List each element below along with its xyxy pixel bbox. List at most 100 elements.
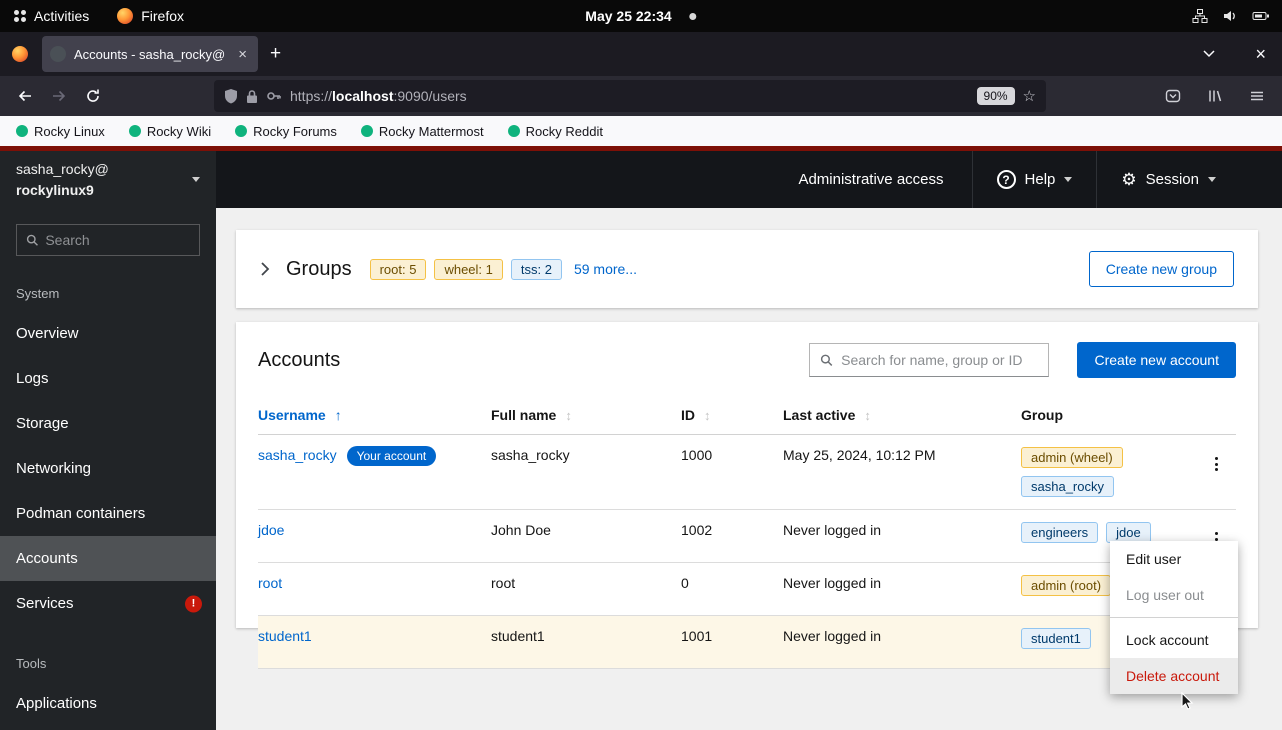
menu-hamburger-icon[interactable] <box>1240 80 1274 112</box>
screen: Activities Firefox May 25 22:34 Accounts… <box>0 0 1282 730</box>
groups-card: Groups root: 5 wheel: 1 tss: 2 59 more..… <box>236 230 1258 308</box>
system-tray[interactable] <box>1192 8 1282 24</box>
groups-title: Groups <box>286 258 352 281</box>
account-row-student1: student1 student1 1001 Never logged in s… <box>258 616 1236 669</box>
window-close-icon[interactable]: × <box>1255 44 1266 65</box>
sidebar-item-services[interactable]: Services ! <box>0 581 216 626</box>
recording-indicator-icon <box>690 13 697 20</box>
reload-button[interactable] <box>76 80 110 112</box>
sort-ascending-icon: ↑ <box>335 407 342 423</box>
search-icon <box>26 233 38 247</box>
lock-icon[interactable] <box>246 89 258 104</box>
id-cell: 1001 <box>673 616 775 669</box>
activities-button[interactable]: Activities <box>0 0 103 32</box>
sidebar-item-accounts[interactable]: Accounts <box>0 536 216 581</box>
last-active-cell: Never logged in <box>775 510 1013 563</box>
network-icon <box>1192 8 1208 24</box>
cockpit-app: sasha_rocky@ rockylinux9 System Overview… <box>0 151 1282 730</box>
help-dropdown[interactable]: ? Help <box>972 151 1097 208</box>
group-badge: admin (wheel) <box>1021 447 1123 468</box>
username-link[interactable]: jdoe <box>258 522 284 538</box>
firefox-label: Firefox <box>141 8 184 24</box>
id-cell: 0 <box>673 563 775 616</box>
session-dropdown[interactable]: ⚙ Session <box>1096 151 1240 208</box>
rocky-icon <box>16 125 28 137</box>
menu-item-log-user-out: Log user out <box>1110 577 1238 613</box>
tab-close-icon[interactable]: × <box>235 46 250 63</box>
key-icon[interactable] <box>266 88 282 104</box>
tracking-shield-icon[interactable] <box>224 88 238 104</box>
firefox-taskbar-button[interactable]: Firefox <box>103 0 198 32</box>
sort-icon: ↕ <box>864 408 871 423</box>
activities-label: Activities <box>34 8 89 24</box>
sidebar-item-networking[interactable]: Networking <box>0 446 216 491</box>
bookmark-rocky-mattermost[interactable]: Rocky Mattermost <box>361 124 484 139</box>
username-label: sasha_rocky@ <box>16 161 109 177</box>
username-link[interactable]: sasha_rocky <box>258 447 337 463</box>
accounts-title: Accounts <box>258 349 340 372</box>
menu-item-delete-account[interactable]: Delete account <box>1110 658 1238 694</box>
groups-expand-toggle[interactable] <box>260 261 270 277</box>
pocket-icon[interactable] <box>1156 80 1190 112</box>
create-new-group-button[interactable]: Create new group <box>1089 251 1234 287</box>
id-cell: 1000 <box>673 435 775 510</box>
sidebar-item-applications[interactable]: Applications <box>0 681 216 726</box>
full-name-cell: sasha_rocky <box>483 435 673 510</box>
group-badge: admin (root) <box>1021 575 1111 596</box>
last-active-cell: Never logged in <box>775 616 1013 669</box>
menu-item-edit-user[interactable]: Edit user <box>1110 541 1238 577</box>
bookmark-star-icon[interactable]: ☆ <box>1023 87 1036 105</box>
column-header-id[interactable]: ID↕ <box>673 396 775 435</box>
browser-tab-bar: Accounts - sasha_rocky@ × + × <box>0 32 1282 76</box>
rocky-icon <box>361 125 373 137</box>
rocky-icon <box>235 125 247 137</box>
sidebar-item-storage[interactable]: Storage <box>0 401 216 446</box>
tab-title: Accounts - sasha_rocky@ <box>74 47 227 62</box>
url-text[interactable]: https://localhost:9090/users <box>290 88 467 104</box>
full-name-cell: root <box>483 563 673 616</box>
accounts-card: Accounts Create new account Username↑ <box>236 322 1258 628</box>
url-bar[interactable]: https://localhost:9090/users 90% ☆ <box>214 80 1046 112</box>
groups-more-link[interactable]: 59 more... <box>574 261 637 277</box>
sidebar-item-overview[interactable]: Overview <box>0 311 216 356</box>
library-icon[interactable] <box>1198 80 1232 112</box>
rocky-icon <box>129 125 141 137</box>
row-actions-kebab-button[interactable] <box>1211 453 1222 475</box>
clock[interactable]: May 25 22:34 <box>585 8 671 24</box>
sidebar-item-logs[interactable]: Logs <box>0 356 216 401</box>
last-active-cell: Never logged in <box>775 563 1013 616</box>
sidebar-search[interactable] <box>16 224 200 256</box>
host-switcher[interactable]: sasha_rocky@ rockylinux9 <box>0 151 216 208</box>
firefox-view-icon[interactable] <box>12 46 28 62</box>
accounts-search-input[interactable] <box>841 352 1038 368</box>
username-link[interactable]: student1 <box>258 628 312 644</box>
sidebar-search-input[interactable] <box>45 232 190 248</box>
bookmark-rocky-reddit[interactable]: Rocky Reddit <box>508 124 603 139</box>
list-tabs-chevron-icon[interactable] <box>1203 50 1215 58</box>
chevron-down-icon <box>192 177 200 182</box>
menu-item-lock-account[interactable]: Lock account <box>1110 622 1238 658</box>
chevron-down-icon <box>1064 177 1072 182</box>
bookmark-rocky-wiki[interactable]: Rocky Wiki <box>129 124 211 139</box>
zoom-level-badge[interactable]: 90% <box>977 87 1015 105</box>
username-link[interactable]: root <box>258 575 282 591</box>
new-tab-button[interactable]: + <box>270 43 281 65</box>
accounts-search[interactable] <box>809 343 1049 377</box>
create-new-account-button[interactable]: Create new account <box>1077 342 1236 378</box>
full-name-cell: John Doe <box>483 510 673 563</box>
sort-icon: ↕ <box>704 408 711 423</box>
column-header-full-name[interactable]: Full name↕ <box>483 396 673 435</box>
forward-button[interactable] <box>42 80 76 112</box>
group-badge-wheel: wheel: 1 <box>434 259 502 280</box>
administrative-access-indicator[interactable]: Administrative access <box>798 171 971 188</box>
column-header-username[interactable]: Username↑ <box>258 396 483 435</box>
activities-grid-icon <box>14 10 26 22</box>
browser-tab[interactable]: Accounts - sasha_rocky@ × <box>42 36 258 72</box>
column-header-last-active[interactable]: Last active↕ <box>775 396 1013 435</box>
last-active-cell: May 25, 2024, 10:12 PM <box>775 435 1013 510</box>
bookmark-rocky-linux[interactable]: Rocky Linux <box>16 124 105 139</box>
sidebar-item-podman-containers[interactable]: Podman containers <box>0 491 216 536</box>
gear-icon: ⚙ <box>1121 171 1136 188</box>
bookmark-rocky-forums[interactable]: Rocky Forums <box>235 124 337 139</box>
back-button[interactable] <box>8 80 42 112</box>
